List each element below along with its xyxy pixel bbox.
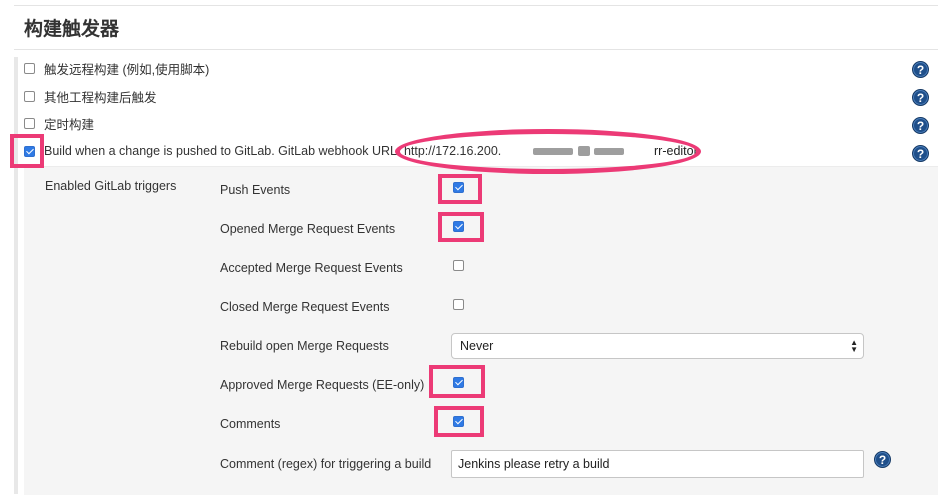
help-icon[interactable]: ? [912,117,929,134]
option-periodic-build[interactable]: 定时构建 [24,114,94,132]
rebuild-open-mr-value: Never [460,339,494,353]
help-icon[interactable]: ? [912,89,929,106]
closed-mr-events-checkbox[interactable] [453,299,464,310]
comment-regex-label: Comment (regex) for triggering a build [220,457,432,471]
periodic-build-checkbox[interactable] [24,117,35,129]
help-icon[interactable]: ? [912,61,929,78]
top-divider [14,5,938,6]
option-periodic-build-label: 定时构建 [44,117,95,132]
comment-regex-input[interactable]: Jenkins please retry a build [451,450,864,478]
comments-label: Comments [220,417,281,431]
rebuild-open-mr-label: Rebuild open Merge Requests [220,339,389,353]
accepted-mr-events-checkbox[interactable] [453,260,464,271]
option-after-other-projects[interactable]: 其他工程构建后触发 [24,87,157,105]
enabled-gitlab-triggers-label: Enabled GitLab triggers [45,179,177,193]
option-after-other-projects-label: 其他工程构建后触发 [44,90,157,105]
help-icon[interactable]: ? [874,451,891,468]
title-divider [14,49,938,50]
highlight-box [434,406,484,437]
highlight-box [438,174,482,204]
highlight-ellipse [395,129,701,174]
highlight-box [10,134,44,168]
remote-build-checkbox[interactable] [24,62,35,74]
option-remote-build[interactable]: 触发远程构建 (例如,使用脚本) [24,59,209,77]
push-events-label: Push Events [220,183,291,197]
opened-mr-events-label: Opened Merge Request Events [220,222,396,236]
rebuild-open-mr-select[interactable]: Never ▲ ▼ [451,333,864,359]
section-title: 构建触发器 [24,19,120,40]
approved-mr-label: Approved Merge Requests (EE-only) [220,378,425,392]
section-indent-bar [14,57,18,494]
highlight-box [438,212,484,242]
after-other-projects-checkbox[interactable] [24,90,35,102]
help-icon[interactable]: ? [912,145,929,162]
closed-mr-events-label: Closed Merge Request Events [220,300,390,314]
option-remote-build-label: 触发远程构建 (例如,使用脚本) [44,62,210,77]
accepted-mr-events-label: Accepted Merge Request Events [220,261,403,275]
highlight-box [429,365,485,398]
select-arrows-icon: ▲ ▼ [850,338,858,354]
